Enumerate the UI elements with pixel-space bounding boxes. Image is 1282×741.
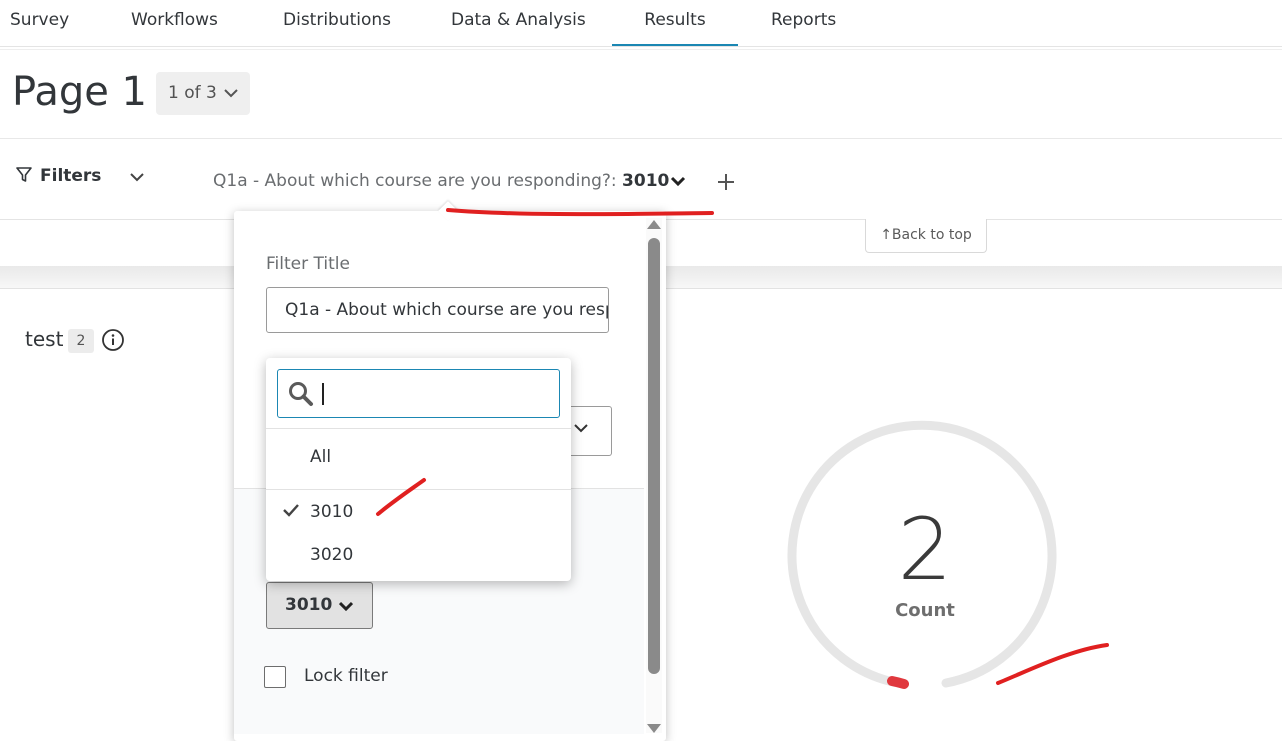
filter-value-label: 3010 xyxy=(285,595,333,615)
search-input[interactable] xyxy=(277,369,560,418)
option-3010[interactable]: 3010 xyxy=(310,502,353,522)
arrow-up-icon: ↑ xyxy=(880,227,892,243)
lock-filter-checkbox[interactable] xyxy=(264,666,286,688)
text-cursor xyxy=(322,383,324,405)
plus-icon[interactable] xyxy=(716,172,736,192)
back-to-top-label: Back to top xyxy=(891,227,972,243)
divider xyxy=(266,428,571,429)
divider xyxy=(0,138,1282,139)
page-title: Page 1 xyxy=(12,69,147,115)
chevron-down-icon xyxy=(224,89,238,98)
search-icon xyxy=(289,382,313,406)
lock-filter-label: Lock filter xyxy=(304,666,388,686)
filter-chip-question: Q1a - About which course are you respond… xyxy=(213,171,623,191)
chevron-down-icon xyxy=(574,424,588,433)
filter-chip-value: 3010 xyxy=(622,171,670,191)
info-icon[interactable] xyxy=(101,328,125,352)
filters-label: Filters xyxy=(40,166,102,186)
option-all[interactable]: All xyxy=(310,447,331,467)
scroll-up-arrow[interactable] xyxy=(647,220,661,229)
tab-survey[interactable]: Survey xyxy=(10,0,69,44)
filter-icon xyxy=(16,167,32,182)
chevron-down-icon[interactable] xyxy=(129,171,145,183)
page-selector-label: 1 of 3 xyxy=(168,83,217,103)
filter-chip[interactable]: Q1a - About which course are you respond… xyxy=(213,171,669,191)
filters-toggle[interactable]: Filters xyxy=(16,166,101,186)
checkmark-icon xyxy=(283,504,299,517)
tab-workflows[interactable]: Workflows xyxy=(131,0,218,44)
chevron-down-icon[interactable] xyxy=(670,176,686,188)
widget-title: test xyxy=(25,327,64,351)
gauge-label: Count xyxy=(895,600,955,621)
filter-title-input[interactable]: Q1a - About which course are you respond… xyxy=(266,287,609,333)
tab-reports[interactable]: Reports xyxy=(771,0,836,44)
scrollbar-thumb[interactable] xyxy=(648,238,660,674)
option-3020[interactable]: 3020 xyxy=(310,545,353,565)
divider xyxy=(0,49,1282,50)
back-to-top-button[interactable]: ↑Back to top xyxy=(865,219,987,253)
filter-value-button[interactable]: 3010 xyxy=(266,582,373,629)
tab-data-analysis[interactable]: Data & Analysis xyxy=(451,0,586,44)
tab-results[interactable]: Results xyxy=(612,0,738,46)
response-count-badge: 2 xyxy=(68,329,94,353)
tab-distributions[interactable]: Distributions xyxy=(283,0,391,44)
page-selector[interactable]: 1 of 3 xyxy=(156,72,250,115)
gauge-value: 2 xyxy=(897,500,953,600)
scroll-down-arrow[interactable] xyxy=(647,724,661,733)
chevron-down-icon xyxy=(339,601,353,611)
filter-title-label: Filter Title xyxy=(266,254,350,274)
divider xyxy=(266,489,571,490)
